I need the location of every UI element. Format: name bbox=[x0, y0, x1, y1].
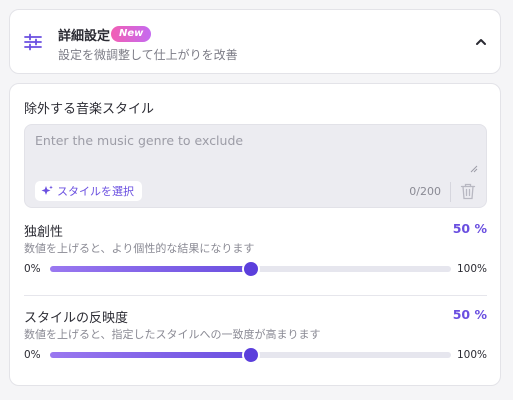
new-badge: New bbox=[111, 26, 152, 42]
style-strength-max-label: 100% bbox=[456, 349, 487, 361]
originality-title: 独創性 bbox=[24, 225, 64, 240]
originality-slider-fill bbox=[50, 266, 251, 272]
style-strength-value: 50 % bbox=[452, 307, 487, 322]
originality-description: 数値を上げると、より個性的な結果になります bbox=[24, 242, 255, 255]
exclude-style-label: 除外する音楽スタイル bbox=[24, 102, 155, 117]
advanced-settings-header[interactable]: 詳細設定 New 設定を微調整して仕上がりを改善 bbox=[9, 9, 501, 74]
style-strength-slider-thumb[interactable] bbox=[243, 348, 258, 362]
trash-icon[interactable] bbox=[460, 183, 476, 200]
counter-divider bbox=[450, 182, 451, 202]
style-strength-slider-fill bbox=[50, 352, 251, 358]
originality-slider-thumb[interactable] bbox=[243, 262, 258, 276]
chevron-up-icon[interactable] bbox=[474, 35, 488, 49]
character-counter: 0/200 bbox=[409, 185, 441, 198]
sliders-icon bbox=[24, 33, 42, 51]
style-strength-slider[interactable] bbox=[50, 348, 451, 362]
exclude-genre-box: スタイルを選択 0/200 bbox=[24, 124, 487, 208]
originality-slider[interactable] bbox=[50, 262, 451, 276]
resize-handle-icon[interactable] bbox=[470, 165, 478, 173]
exclude-genre-input[interactable] bbox=[35, 133, 475, 173]
select-style-label: スタイルを選択 bbox=[57, 185, 134, 198]
advanced-settings-panel: 除外する音楽スタイル スタイルを選択 0/200 独創性 50 % bbox=[9, 83, 501, 386]
originality-max-label: 100% bbox=[456, 263, 487, 275]
advanced-settings-subtitle: 設定を微調整して仕上がりを改善 bbox=[58, 48, 238, 62]
select-style-button[interactable]: スタイルを選択 bbox=[35, 181, 142, 201]
sparkle-icon bbox=[41, 185, 53, 195]
slider-divider bbox=[24, 295, 487, 296]
style-strength-title: スタイルの反映度 bbox=[24, 311, 129, 326]
style-strength-description: 数値を上げると、指定したスタイルへの一致度が高まります bbox=[24, 328, 321, 341]
style-strength-min-label: 0% bbox=[24, 349, 41, 361]
originality-value: 50 % bbox=[452, 221, 487, 236]
originality-min-label: 0% bbox=[24, 263, 41, 275]
advanced-settings-title: 詳細設定 bbox=[58, 29, 111, 44]
